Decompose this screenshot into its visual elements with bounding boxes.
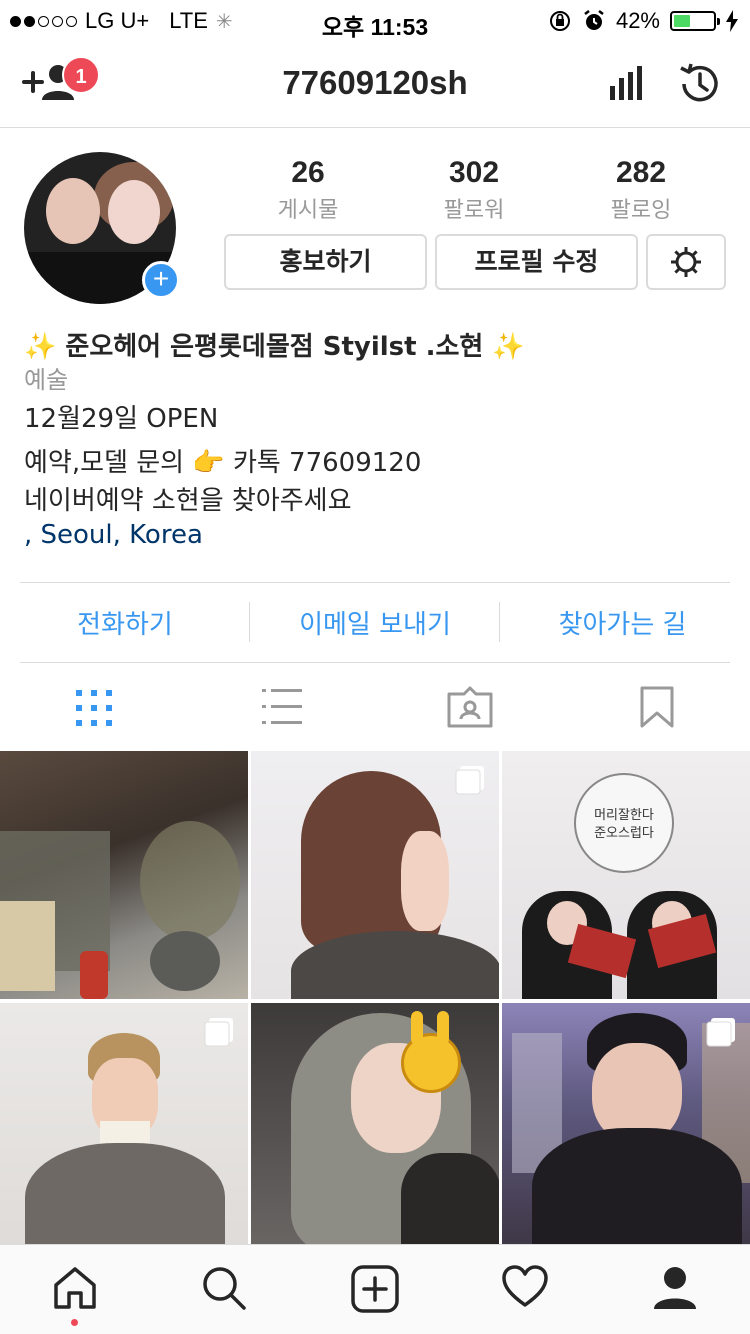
location-link[interactable]: , Seoul, Korea [24, 520, 203, 550]
stat-following[interactable]: 282 팔로잉 [581, 156, 701, 224]
rotation-lock-icon [549, 11, 570, 31]
divider [20, 582, 730, 583]
grid-photo-bob-haircut[interactable] [251, 751, 499, 999]
settings-button[interactable] [646, 234, 726, 290]
gear-icon [671, 247, 701, 277]
grid-photo-long-hair[interactable] [251, 1003, 499, 1251]
sticker-icon [401, 1033, 461, 1093]
heart-icon[interactable] [501, 1265, 549, 1309]
bio-name: ✨ 준오헤어 은평롯데몰점 Styilst .소현 ✨ [24, 332, 525, 362]
grid-icon[interactable] [76, 690, 112, 726]
promote-button[interactable]: 홍보하기 [224, 234, 427, 290]
bio-line: 12월29일 OPEN [24, 404, 219, 434]
bio-category: 예술 [24, 366, 69, 394]
stat-following-label: 팔로잉 [610, 197, 672, 222]
stat-posts-count: 26 [291, 156, 325, 189]
bookmark-icon[interactable] [640, 686, 674, 728]
history-icon[interactable] [676, 60, 724, 108]
stat-following-count: 282 [615, 156, 667, 189]
multiple-photos-icon [706, 1018, 735, 1047]
grid-photo-night-selfie[interactable] [502, 1003, 750, 1251]
bar-chart-icon[interactable] [606, 66, 646, 102]
grid-photo-man-portrait[interactable] [0, 1003, 248, 1251]
battery-percent: 42% [615, 8, 660, 33]
multiple-photos-icon [455, 766, 484, 795]
stat-posts-label: 게시물 [277, 197, 339, 222]
directions-button[interactable]: 찾아가는 길 [500, 604, 745, 641]
add-story-plus-icon[interactable]: + [142, 261, 180, 299]
profile-header: 1 77609120sh [0, 40, 750, 128]
stat-posts[interactable]: 26 게시물 [248, 156, 368, 224]
edit-profile-button[interactable]: 프로필 수정 [435, 234, 638, 290]
status-bar: LG U+ LTE ✳ 오후 11:53 42% [0, 0, 750, 40]
bio-line: 예약,모델 문의 👉 카톡 77609120 [24, 448, 422, 478]
call-button[interactable]: 전화하기 [0, 604, 250, 641]
plus-square-icon[interactable] [351, 1265, 399, 1313]
sign-text: 머리잘한다 [594, 808, 654, 823]
home-icon[interactable] [52, 1265, 98, 1311]
bio-line: 네이버예약 소현을 찾아주세요 [24, 486, 352, 516]
multiple-photos-icon [204, 1018, 233, 1047]
home-indicator-dot [71, 1319, 78, 1326]
status-right: 42% [548, 8, 738, 34]
charging-bolt-icon [726, 10, 738, 32]
battery-icon [670, 11, 720, 31]
email-button[interactable]: 이메일 보내기 [250, 604, 500, 641]
stat-followers-label: 팔로워 [443, 197, 505, 222]
stat-followers-count: 302 [448, 156, 500, 189]
bottom-nav [0, 1244, 750, 1334]
divider [20, 662, 730, 663]
grid-photo-event[interactable]: 머리잘한다 준오스럽다 [502, 751, 750, 999]
stat-followers[interactable]: 302 팔로워 [414, 156, 534, 224]
search-icon[interactable] [201, 1265, 247, 1311]
grid-photo-salon-desk[interactable] [0, 751, 248, 999]
list-icon[interactable] [262, 688, 302, 726]
person-icon[interactable] [652, 1265, 698, 1311]
alarm-icon [584, 10, 604, 30]
sign-text: 준오스럽다 [594, 826, 654, 841]
tagged-icon[interactable] [447, 686, 493, 728]
